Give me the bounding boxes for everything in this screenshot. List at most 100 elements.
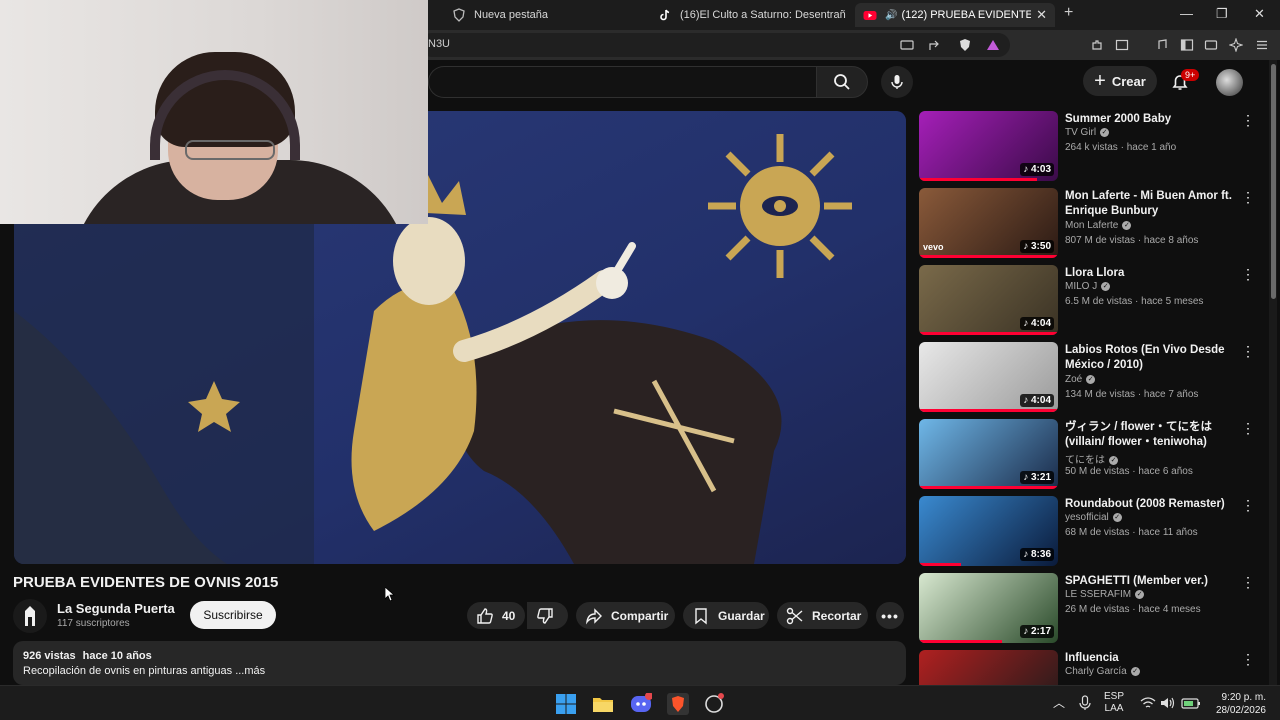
create-button[interactable]: + Crear xyxy=(1083,66,1157,96)
recommendation-title[interactable]: Mon Laferte - Mi Buen Amor ft. Enrique B… xyxy=(1065,189,1235,219)
tab-saturn-video[interactable]: (16)El Culto a Saturno: Desentrañand xyxy=(650,3,848,27)
minimize-button[interactable]: — xyxy=(1180,6,1193,21)
leo-ai-icon[interactable] xyxy=(1229,38,1243,52)
subscribe-button[interactable]: Suscribirse xyxy=(190,601,276,629)
file-explorer-icon[interactable] xyxy=(592,693,614,715)
battery-icon[interactable] xyxy=(1181,696,1201,710)
recommendation-channel[interactable]: LE SSERAFIM ✓ xyxy=(1065,589,1145,600)
speaker-icon[interactable]: 🔊 xyxy=(885,10,897,21)
recommendation-title[interactable]: SPAGHETTI (Member ver.) xyxy=(1065,574,1235,589)
recommendation-thumbnail[interactable]: ♪ 2:17 xyxy=(919,573,1058,643)
voice-search-button[interactable] xyxy=(881,66,913,98)
like-button[interactable]: 40 xyxy=(467,602,525,629)
more-vertical-icon[interactable]: ⋮ xyxy=(1241,343,1255,360)
recommendation-thumbnail[interactable]: ♪ 4:03 xyxy=(919,111,1058,181)
bookmark-icon xyxy=(695,607,707,624)
sidebar-icon[interactable] xyxy=(1180,38,1194,52)
windows-start-icon[interactable] xyxy=(555,693,577,715)
recommendation-meta: 26 M de vistas · hace 4 meses xyxy=(1065,604,1201,615)
discord-icon[interactable] xyxy=(630,693,652,715)
watch-progress-bar xyxy=(919,563,961,566)
wifi-icon[interactable] xyxy=(1140,696,1156,710)
recommendation-card[interactable]: vevo ♪ 3:50 Mon Laferte - Mi Buen Amor f… xyxy=(919,188,1259,258)
recommendation-thumbnail[interactable]: vevo ♪ 3:50 xyxy=(919,188,1058,258)
wallet-icon[interactable] xyxy=(1204,38,1218,52)
new-tab-button[interactable]: + xyxy=(1064,4,1073,22)
recommendation-thumbnail[interactable]: ♪ 4:04 xyxy=(919,342,1058,412)
extensions-icon[interactable] xyxy=(1090,38,1104,52)
recommendation-thumbnail[interactable]: ♪ 3:21 xyxy=(919,419,1058,489)
brave-rewards-icon[interactable] xyxy=(986,38,1000,52)
recommendation-title[interactable]: Influencia xyxy=(1065,651,1235,666)
more-vertical-icon[interactable]: ⋮ xyxy=(1241,112,1255,129)
more-vertical-icon[interactable]: ⋮ xyxy=(1241,189,1255,206)
tab-new-tab[interactable]: Nueva pestaña xyxy=(444,3,644,27)
more-vertical-icon[interactable]: ⋮ xyxy=(1241,651,1255,668)
share-page-icon[interactable] xyxy=(928,38,942,52)
tab-title: (16)El Culto a Saturno: Desentrañand xyxy=(680,9,846,21)
media-icon[interactable] xyxy=(1154,38,1168,52)
brave-shields-icon[interactable] xyxy=(958,38,972,52)
recommendation-thumbnail[interactable]: ♪ 8:36 xyxy=(919,496,1058,566)
search-input[interactable] xyxy=(428,66,816,98)
duration-text: 4:03 xyxy=(1030,164,1051,175)
tiktok-icon xyxy=(658,8,672,22)
brave-browser-icon[interactable] xyxy=(667,693,689,715)
description-box[interactable]: 926 vistas hace 10 años Recopilación de … xyxy=(13,641,906,685)
channel-name-text: yesofficial xyxy=(1065,512,1109,523)
microphone-tray-icon[interactable] xyxy=(1078,695,1092,711)
save-label: Guardar xyxy=(718,608,765,623)
description-text: Recopilación de ovnis en pinturas antigu… xyxy=(23,665,266,677)
recommendation-card[interactable]: ♪ 8:36 Roundabout (2008 Remaster) yesoff… xyxy=(919,496,1259,566)
recommendation-card[interactable]: ♪ 3:21 ヴィラン / flower・てにをは (villain/ flow… xyxy=(919,419,1259,489)
recommendation-card[interactable]: ♪ 4:03 Summer 2000 Baby TV Girl ✓ 264 k v… xyxy=(919,111,1259,181)
recommendation-channel[interactable]: Charly García ✓ xyxy=(1065,666,1140,677)
volume-icon[interactable] xyxy=(1160,696,1176,710)
share-button[interactable]: Compartir xyxy=(576,602,675,629)
search-button[interactable] xyxy=(816,66,868,98)
page-scrollbar-thumb[interactable] xyxy=(1271,64,1276,299)
clip-button[interactable]: Recortar xyxy=(777,602,868,629)
recommendation-channel[interactable]: yesofficial ✓ xyxy=(1065,512,1122,523)
recommendation-title[interactable]: Roundabout (2008 Remaster) xyxy=(1065,497,1235,512)
duration-badge: ♪ 8:36 xyxy=(1020,548,1054,561)
tab-current-video[interactable]: 🔊 (122) PRUEBA EVIDENTES DE ✕ xyxy=(855,3,1055,27)
more-actions-button[interactable]: ••• xyxy=(876,602,904,629)
recommendation-title[interactable]: ヴィラン / flower・てにをは (villain/ flower・teni… xyxy=(1065,420,1235,450)
recommendation-title[interactable]: Llora Llora xyxy=(1065,266,1235,281)
recommendation-channel[interactable]: TV Girl ✓ xyxy=(1065,127,1110,138)
menu-icon[interactable] xyxy=(1255,38,1269,52)
maximize-button[interactable]: ❐ xyxy=(1216,6,1228,22)
save-button[interactable]: Guardar xyxy=(683,602,769,629)
recommendation-card[interactable]: ♪ 2:17 SPAGHETTI (Member ver.) LE SSERAF… xyxy=(919,573,1259,643)
account-avatar[interactable] xyxy=(1216,69,1243,96)
channel-name-text: MILO J xyxy=(1065,281,1098,292)
dislike-button[interactable] xyxy=(527,602,568,629)
duration-text: 3:50 xyxy=(1030,241,1051,252)
channel-name[interactable]: La Segunda Puerta xyxy=(57,601,175,616)
recommendation-card[interactable]: ♪ 4:04 Labios Rotos (En Vivo Desde Méxic… xyxy=(919,342,1259,412)
recommendation-card[interactable]: ♪ 4:04 Llora Llora MILO J ✓ 6.5 M de vist… xyxy=(919,265,1259,335)
recommendation-channel[interactable]: Zoé ✓ xyxy=(1065,374,1096,385)
screenshot-icon[interactable] xyxy=(1115,38,1129,52)
more-vertical-icon[interactable]: ⋮ xyxy=(1241,497,1255,514)
keyboard-language[interactable]: ESP LAA xyxy=(1104,691,1124,715)
close-tab-icon[interactable]: ✕ xyxy=(1036,7,1047,23)
more-vertical-icon[interactable]: ⋮ xyxy=(1241,420,1255,437)
cast-icon[interactable] xyxy=(900,38,914,52)
show-hidden-icons-chevron-icon[interactable]: ︿ xyxy=(1053,694,1065,711)
more-vertical-icon[interactable]: ⋮ xyxy=(1241,574,1255,591)
recommendation-thumbnail[interactable]: ♪ 4:04 xyxy=(919,265,1058,335)
more-vertical-icon[interactable]: ⋮ xyxy=(1241,266,1255,283)
recommendation-title[interactable]: Summer 2000 Baby xyxy=(1065,112,1235,127)
recommendation-channel[interactable]: てにをは ✓ xyxy=(1065,451,1118,466)
recommendation-title[interactable]: Labios Rotos (En Vivo Desde México / 201… xyxy=(1065,343,1235,373)
duration-text: 4:04 xyxy=(1030,395,1051,406)
url-bar[interactable]: N3U xyxy=(420,33,1010,57)
app-icon[interactable] xyxy=(703,693,725,715)
recommendation-channel[interactable]: MILO J ✓ xyxy=(1065,281,1111,292)
close-window-button[interactable]: ✕ xyxy=(1254,6,1265,22)
channel-avatar[interactable] xyxy=(13,599,47,633)
recommendation-channel[interactable]: Mon Laferte ✓ xyxy=(1065,220,1132,231)
system-clock[interactable]: 9:20 p. m. 28/02/2026 xyxy=(1206,691,1266,717)
